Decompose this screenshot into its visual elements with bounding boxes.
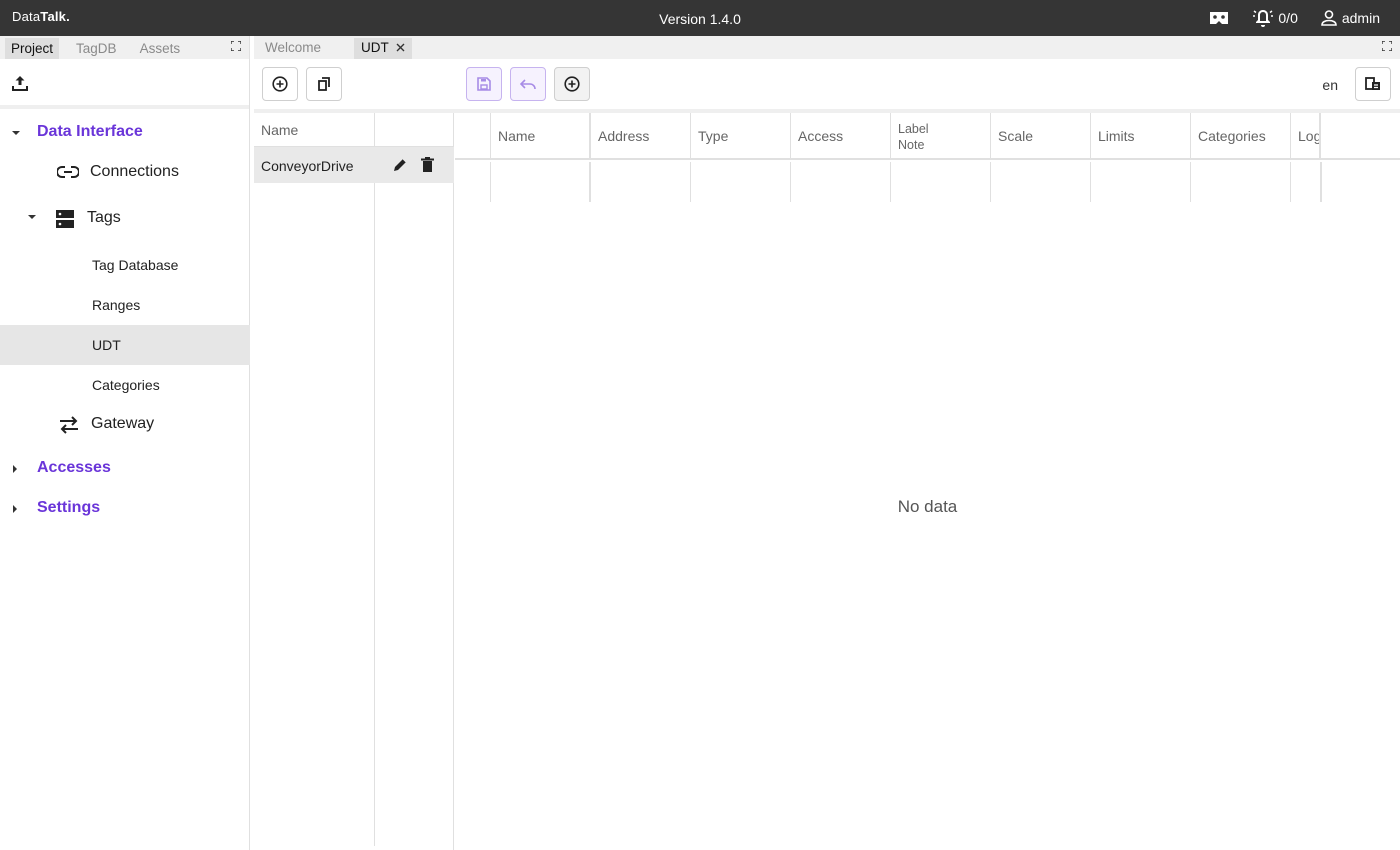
vr-headset-button[interactable] — [1209, 11, 1229, 25]
column-name[interactable]: Name — [490, 113, 588, 160]
udt-list: Name ConveyorDrive — [254, 113, 454, 850]
column-label: Label — [898, 122, 929, 136]
tree-ranges[interactable]: Ranges — [0, 285, 250, 325]
tree-tag-database[interactable]: Tag Database — [0, 245, 250, 285]
column-access[interactable]: Access — [790, 113, 890, 160]
tree-data-interface-label: Data Interface — [37, 123, 143, 140]
top-bar: DataTalk. Version 1.4.0 0/0 admin — [0, 0, 1400, 36]
tab-tagdb[interactable]: TagDB — [70, 38, 123, 59]
tab-assets[interactable]: Assets — [134, 38, 187, 59]
cell-divider — [790, 162, 791, 202]
edit-icon[interactable] — [393, 157, 408, 172]
add-field-button[interactable] — [554, 67, 590, 101]
save-icon — [477, 77, 491, 91]
project-toolbar — [0, 59, 249, 109]
tree-categories-label: Categories — [92, 377, 160, 393]
undo-icon — [520, 79, 536, 90]
user-name: admin — [1341, 10, 1380, 26]
tree-accesses-label: Accesses — [37, 459, 111, 476]
udt-toolbar — [254, 59, 454, 109]
empty-state: No data — [897, 497, 958, 516]
cell-divider — [1320, 162, 1322, 202]
tab-udt[interactable]: UDT — [354, 38, 413, 59]
cell-divider — [1190, 162, 1191, 202]
save-button[interactable] — [466, 67, 502, 101]
cell-divider — [890, 162, 891, 202]
cell-divider — [690, 162, 691, 202]
column-note: Note — [898, 138, 925, 152]
column-categories[interactable]: Categories — [1190, 113, 1290, 160]
expand-icon[interactable] — [1382, 41, 1392, 51]
undo-button[interactable] — [510, 67, 546, 101]
link-icon — [57, 166, 79, 178]
top-right-actions: 0/0 admin — [1187, 0, 1380, 36]
copy-icon — [318, 77, 330, 91]
editor-toolbar: en — [455, 59, 1400, 109]
alarms-button[interactable]: 0/0 — [1251, 8, 1298, 28]
column-address[interactable]: Address — [589, 113, 690, 160]
column-scale[interactable]: Scale — [990, 113, 1090, 160]
translate-icon — [1365, 77, 1380, 90]
translate-button[interactable] — [1355, 67, 1391, 101]
caret-right-icon — [13, 505, 17, 513]
swap-arrows-icon — [60, 416, 78, 434]
add-udt-button[interactable] — [262, 67, 298, 101]
tab-project[interactable]: Project — [5, 38, 60, 59]
user-icon — [1321, 10, 1337, 26]
add-circle-icon — [564, 76, 580, 92]
caret-down-icon — [28, 215, 36, 219]
tree-udt-label: UDT — [92, 337, 121, 353]
list-item[interactable]: ConveyorDrive — [254, 147, 454, 183]
tree-ranges-label: Ranges — [92, 297, 141, 313]
udt-fields-table: Name Address Type Access Label Note Scal… — [455, 113, 1400, 850]
tree-settings[interactable]: Settings — [0, 493, 250, 525]
user-menu-button[interactable]: admin — [1320, 9, 1380, 27]
tree-accesses[interactable]: Accesses — [0, 453, 250, 485]
column-label-note[interactable]: Label Note — [890, 113, 990, 160]
cell-divider — [990, 162, 991, 202]
alarm-bell-icon — [1253, 10, 1274, 27]
tree-data-interface[interactable]: Data Interface — [0, 117, 250, 149]
tree-gateway-label: Gateway — [91, 415, 155, 432]
alarm-count: 0/0 — [1278, 10, 1298, 26]
tree-categories[interactable]: Categories — [0, 365, 250, 405]
column-divider — [374, 113, 375, 846]
tree-connections-label: Connections — [90, 163, 179, 180]
tree-udt[interactable]: UDT — [0, 325, 250, 365]
tab-welcome[interactable]: Welcome — [265, 40, 321, 55]
tree-tags[interactable]: Tags — [0, 199, 250, 239]
language-selector[interactable]: en — [1322, 77, 1338, 93]
tree-tags-label: Tags — [87, 209, 121, 226]
duplicate-udt-button[interactable] — [306, 67, 342, 101]
tree-settings-label: Settings — [37, 499, 101, 516]
column-type[interactable]: Type — [690, 113, 790, 160]
add-circle-icon — [272, 76, 288, 92]
close-icon[interactable] — [396, 43, 405, 52]
cell-divider — [1290, 162, 1291, 202]
tree-connections[interactable]: Connections — [0, 153, 250, 193]
storage-icon — [56, 210, 74, 228]
vr-headset-icon — [1210, 12, 1229, 24]
upload-icon[interactable] — [11, 74, 29, 92]
column-limits[interactable]: Limits — [1090, 113, 1190, 160]
tree-tag-database-label: Tag Database — [92, 257, 179, 273]
cell-divider — [490, 162, 491, 202]
caret-right-icon — [13, 465, 17, 473]
caret-down-icon — [12, 131, 20, 135]
udt-list-header: Name — [261, 122, 299, 138]
cell-divider — [589, 162, 591, 202]
tree-gateway[interactable]: Gateway — [0, 405, 250, 445]
table-header: Name Address Type Access Label Note Scal… — [455, 113, 1400, 160]
cell-divider — [1090, 162, 1091, 202]
project-panel: Project TagDB Assets Data Interface Conn… — [0, 36, 250, 850]
udt-name: ConveyorDrive — [261, 158, 354, 174]
column-log[interactable]: Log — [1290, 113, 1321, 160]
delete-icon[interactable] — [421, 157, 434, 172]
document-tabs: Welcome UDT — [254, 36, 1400, 59]
panel-tabs: Project TagDB Assets — [0, 36, 249, 59]
tab-udt-label: UDT — [361, 40, 389, 55]
expand-icon[interactable] — [231, 41, 241, 51]
